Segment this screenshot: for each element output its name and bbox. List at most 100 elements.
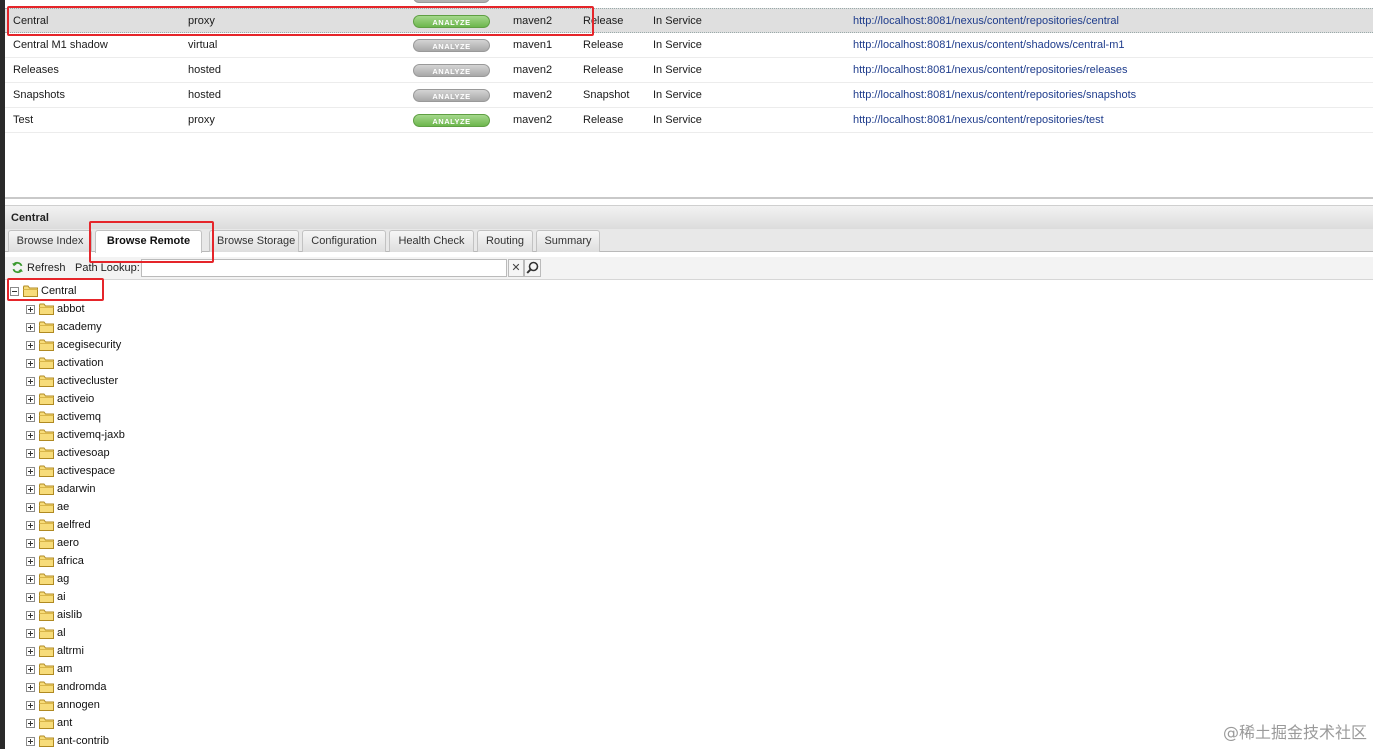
tree-node[interactable]: abbot [26,300,85,318]
tree-node[interactable]: activeio [26,390,94,408]
tree-node-label: andromda [57,681,107,693]
tab-browse-storage[interactable]: Browse Storage [209,230,299,252]
tree-node[interactable]: activation [26,354,103,372]
tree-node[interactable]: adarwin [26,480,96,498]
tab-health-check[interactable]: Health Check [389,230,474,252]
tree-node[interactable]: ae [26,498,69,516]
folder-icon [39,447,54,459]
repo-url-link[interactable]: http://localhost:8081/nexus/content/repo… [853,58,1128,82]
tree-node[interactable]: activemq [26,408,101,426]
expand-icon[interactable] [26,466,35,476]
tree-node-label: aislib [57,609,83,621]
tree-node[interactable]: al [26,624,66,642]
refresh-icon [12,261,23,274]
expand-icon[interactable] [26,358,35,368]
expand-icon[interactable] [26,664,35,674]
tree-node[interactable]: ai [26,588,66,606]
analyze-button[interactable]: ANALYZE [413,89,490,102]
panel-title: Central [11,212,49,224]
expand-icon[interactable] [26,394,35,404]
repo-format: maven2 [513,114,553,126]
expand-icon[interactable] [26,592,35,602]
expand-icon[interactable] [26,718,35,728]
expand-icon[interactable] [26,376,35,386]
expand-icon[interactable] [26,538,35,548]
tab-bar: Browse Index Browse Remote Browse Storag… [5,229,1373,253]
tree-node[interactable]: aislib [26,606,82,624]
repo-url-link[interactable]: http://localhost:8081/nexus/content/repo… [853,9,1119,33]
tree-node[interactable]: activemq-jaxb [26,426,125,444]
expand-icon[interactable] [26,502,35,512]
expand-icon[interactable] [26,430,35,440]
expand-icon[interactable] [26,304,35,314]
folder-icon [39,393,54,405]
tree-node-label: activation [57,357,104,369]
expand-icon[interactable] [26,340,35,350]
expand-icon[interactable] [26,520,35,530]
tree-node-label: Central [41,285,77,297]
tree-node-label: activemq-jaxb [57,429,125,441]
clear-icon[interactable]: ✕ [508,259,524,277]
expand-icon[interactable] [26,736,35,746]
expand-icon[interactable] [26,556,35,566]
tree-node[interactable]: andromda [26,678,107,696]
repository-row[interactable]: Central M1 shadow virtual ANALYZE maven1… [5,33,1373,58]
search-button[interactable] [524,259,541,277]
expand-icon[interactable] [26,628,35,638]
repository-row[interactable]: Test proxy ANALYZE maven2 Release In Ser… [5,108,1373,133]
repo-name: Snapshots [13,89,65,101]
tab-browse-index[interactable]: Browse Index [8,230,92,252]
tree-root-node[interactable]: Central [10,282,76,300]
tree-node[interactable]: ant-contrib [26,732,109,749]
tree-node[interactable]: aelfred [26,516,91,534]
repo-url-link[interactable]: http://localhost:8081/nexus/content/repo… [853,108,1104,132]
tree-node[interactable]: ag [26,570,69,588]
path-lookup-input[interactable] [141,259,507,277]
repo-url-link[interactable]: http://localhost:8081/nexus/content/shad… [853,33,1125,57]
repo-type: hosted [188,89,222,101]
tab-browse-remote[interactable]: Browse Remote [95,230,202,253]
tab-summary[interactable]: Summary [536,230,600,252]
tab-routing[interactable]: Routing [477,230,533,252]
tree-node-label: ag [57,573,70,585]
expand-icon[interactable] [26,682,35,692]
tree-node-label: al [57,627,66,639]
repository-row[interactable]: Snapshots hosted ANALYZE maven2 Snapshot… [5,83,1373,108]
repo-url-link[interactable]: http://localhost:8081/nexus/content/repo… [853,83,1136,107]
repository-row[interactable]: Releases hosted ANALYZE maven2 Release I… [5,58,1373,83]
expand-icon[interactable] [26,700,35,710]
analyze-button[interactable]: ANALYZE [413,15,490,28]
analyze-button[interactable]: ANALYZE [413,64,490,77]
tree-node[interactable]: am [26,660,72,678]
tree-node[interactable]: activesoap [26,444,110,462]
refresh-button[interactable]: Refresh [11,261,66,274]
expand-icon[interactable] [26,484,35,494]
expand-icon[interactable] [26,412,35,422]
expand-icon[interactable] [26,322,35,332]
repo-policy: Release [583,15,624,27]
repo-policy: Snapshot [583,89,630,101]
repo-format: maven2 [513,15,553,27]
folder-icon [39,375,54,387]
repository-row[interactable]: Central proxy ANALYZE maven2 Release In … [5,8,1373,33]
expand-icon[interactable] [26,448,35,458]
tree-node[interactable]: altrmi [26,642,84,660]
browse-toolbar: Refresh Path Lookup: ✕ [5,257,1373,280]
tree-node[interactable]: activespace [26,462,115,480]
tree-node[interactable]: academy [26,318,102,336]
tree-node[interactable]: acegisecurity [26,336,121,354]
tree-node[interactable]: annogen [26,696,100,714]
tree-node[interactable]: activecluster [26,372,118,390]
tab-configuration[interactable]: Configuration [302,230,386,252]
expand-icon[interactable] [26,574,35,584]
tree-node[interactable]: aero [26,534,79,552]
tree-node[interactable]: ant [26,714,72,732]
expand-icon[interactable] [26,646,35,656]
repo-format: maven1 [513,39,553,51]
tree-node[interactable]: africa [26,552,84,570]
collapse-icon[interactable] [10,286,19,296]
analyze-button[interactable]: ANALYZE [413,114,490,127]
analyze-button[interactable]: ANALYZE [413,39,490,52]
expand-icon[interactable] [26,610,35,620]
repo-type: virtual [188,39,218,51]
